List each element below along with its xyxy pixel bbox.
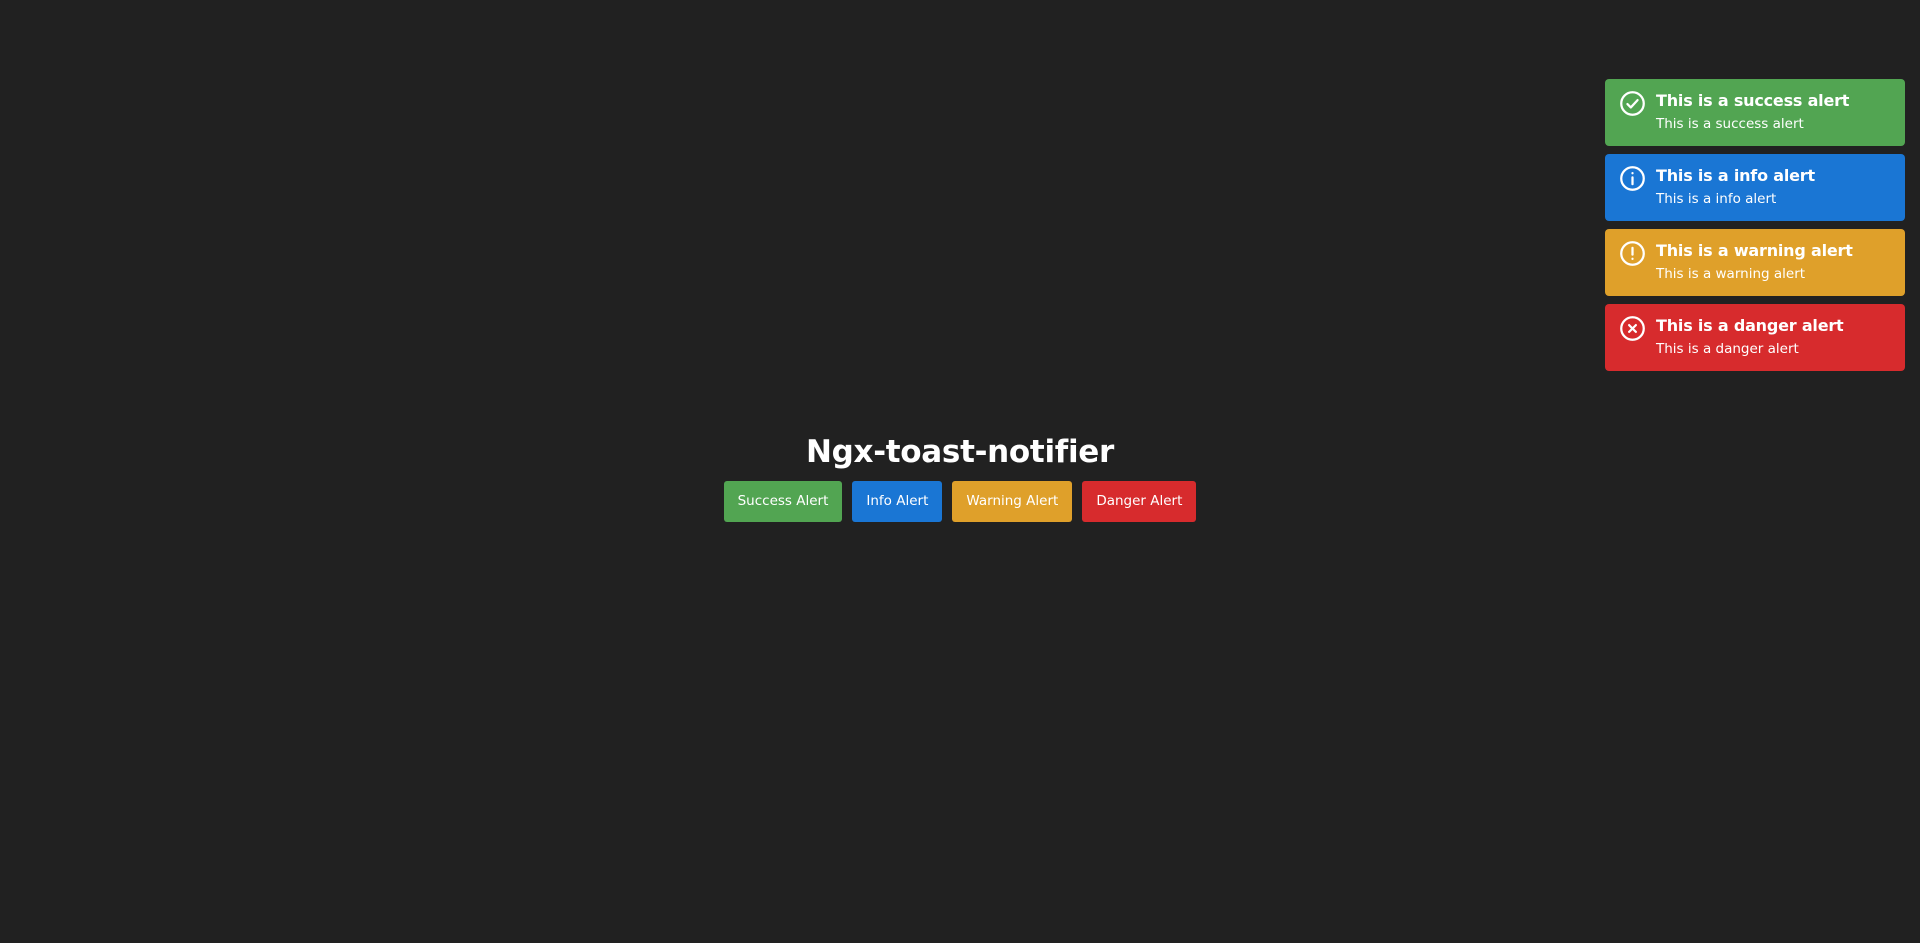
toast-message: This is a info alert bbox=[1656, 191, 1777, 207]
toast-warning[interactable]: This is a warning alert This is a warnin… bbox=[1605, 229, 1905, 296]
toast-title: This is a success alert bbox=[1656, 91, 1850, 110]
toast-container: This is a success alert This is a succes… bbox=[1605, 79, 1905, 379]
check-circle-icon bbox=[1619, 90, 1646, 117]
main-content: Ngx-toast-notifier Success Alert Info Al… bbox=[0, 430, 1920, 522]
page-title: Ngx-toast-notifier bbox=[805, 434, 1114, 470]
danger-alert-button[interactable]: Danger Alert bbox=[1082, 481, 1197, 522]
toast-title: This is a info alert bbox=[1656, 166, 1815, 185]
toast-message: This is a warning alert bbox=[1656, 266, 1806, 282]
toast-title: This is a danger alert bbox=[1656, 316, 1844, 335]
app-page: This is a success alert This is a succes… bbox=[0, 0, 1920, 943]
toast-message: This is a danger alert bbox=[1656, 341, 1799, 357]
alert-button-row: Success Alert Info Alert Warning Alert D… bbox=[0, 481, 1920, 522]
toast-danger[interactable]: This is a danger alert This is a danger … bbox=[1605, 304, 1905, 371]
success-alert-button[interactable]: Success Alert bbox=[723, 481, 843, 522]
info-alert-button[interactable]: Info Alert bbox=[852, 481, 943, 522]
info-circle-icon bbox=[1619, 165, 1646, 192]
warning-alert-button[interactable]: Warning Alert bbox=[952, 481, 1073, 522]
x-circle-icon bbox=[1619, 315, 1646, 342]
toast-message: This is a success alert bbox=[1656, 116, 1804, 132]
toast-success[interactable]: This is a success alert This is a succes… bbox=[1605, 79, 1905, 146]
toast-title: This is a warning alert bbox=[1656, 241, 1853, 260]
toast-info[interactable]: This is a info alert This is a info aler… bbox=[1605, 154, 1905, 221]
exclamation-circle-icon bbox=[1619, 240, 1646, 267]
